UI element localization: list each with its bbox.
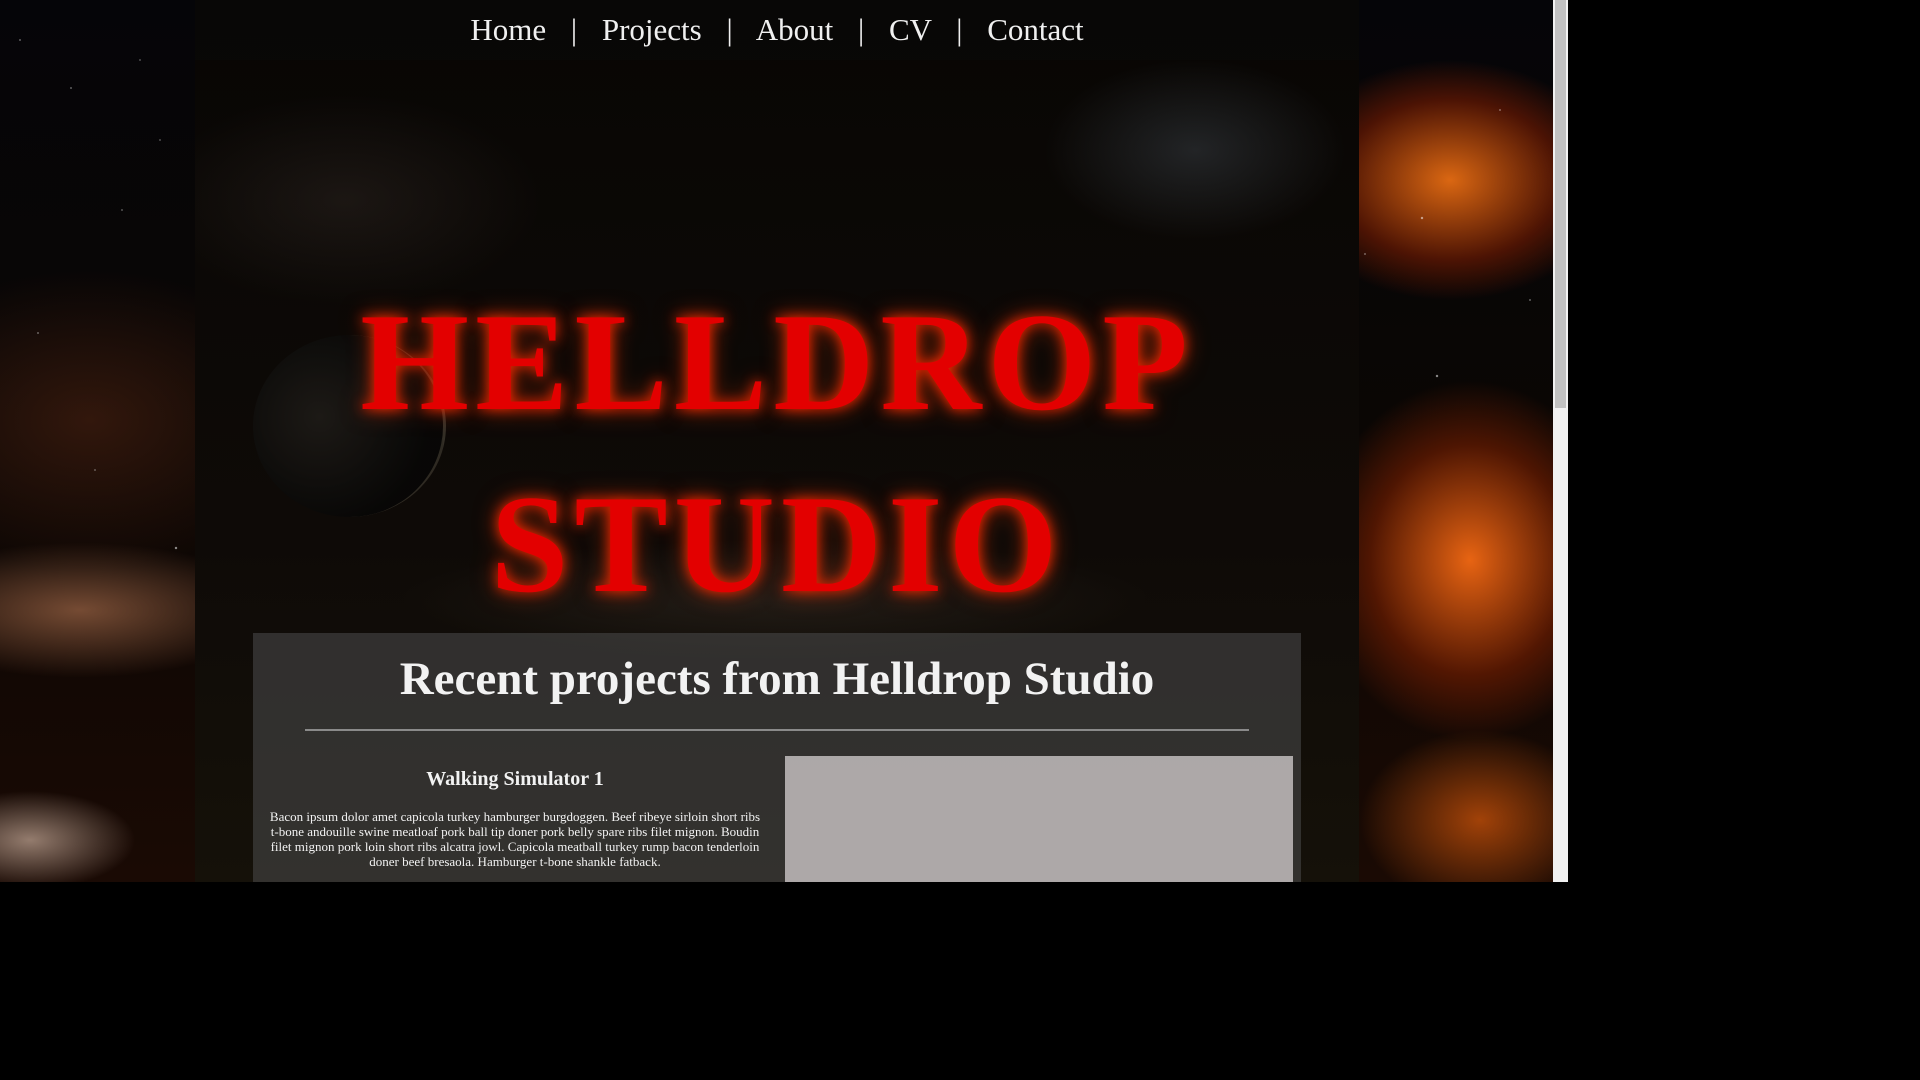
nav-separator: | <box>858 12 865 47</box>
nav-separator: | <box>956 12 963 47</box>
nav-separator: | <box>570 12 578 47</box>
nav-projects-link[interactable]: Projects <box>602 12 702 47</box>
scrollbar-thumb[interactable] <box>1555 0 1566 408</box>
recent-projects-panel: Recent projects from Helldrop Studio Wal… <box>253 633 1301 882</box>
page-scrollbar[interactable] <box>1553 0 1568 882</box>
project-title[interactable]: Walking Simulator 1 <box>267 768 763 791</box>
nav-cv-link[interactable]: CV <box>889 12 932 47</box>
project-description: Bacon ipsum dolor amet capicola turkey h… <box>269 809 761 869</box>
project-card: Walking Simulator 1 Bacon ipsum dolor am… <box>267 768 763 869</box>
project-image[interactable] <box>785 756 1293 882</box>
nav-contact-link[interactable]: Contact <box>987 12 1083 47</box>
nav-separator: | <box>726 12 733 47</box>
hero-title: HELLDROP STUDIO <box>195 272 1359 636</box>
top-navbar: Home | Projects | About | CV | Contact <box>195 0 1359 60</box>
nav-home-link[interactable]: Home <box>470 12 546 47</box>
hero-title-line-2: STUDIO <box>490 466 1064 622</box>
nav-about-link[interactable]: About <box>756 12 834 47</box>
hero-title-line-1: HELLDROP <box>360 284 1194 440</box>
projects-heading: Recent projects from Helldrop Studio <box>399 653 1155 705</box>
section-divider <box>305 729 1249 731</box>
